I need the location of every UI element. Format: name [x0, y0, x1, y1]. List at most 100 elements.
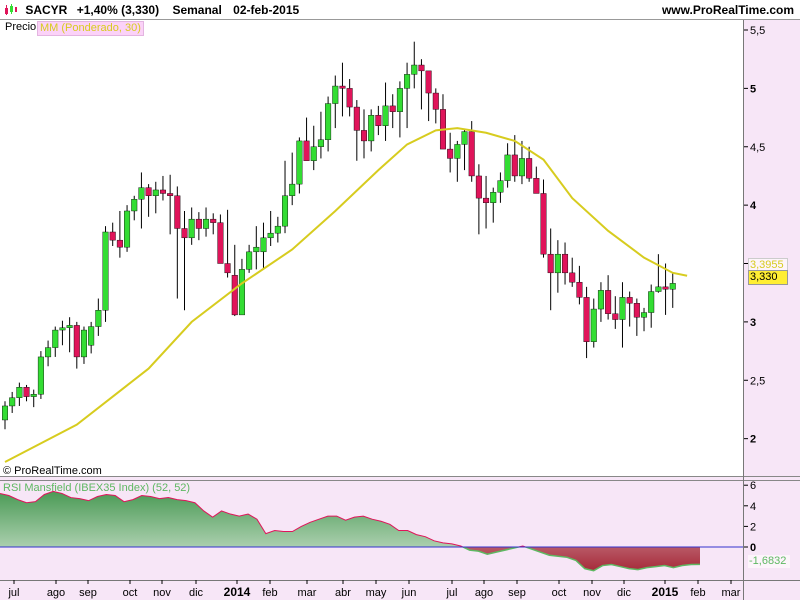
candle-body	[404, 74, 411, 89]
x-tick-label: ago	[47, 587, 65, 599]
candle-body	[626, 297, 633, 304]
last-price-label: 3,330	[748, 270, 788, 285]
candle-body	[454, 144, 461, 159]
candle-body	[30, 394, 37, 397]
candle-body	[109, 231, 116, 241]
candle-body	[303, 140, 310, 161]
rsi-y-tick-label: 6	[750, 480, 756, 492]
candle-body	[554, 253, 561, 274]
candle-body	[641, 312, 648, 318]
candle-body	[590, 308, 597, 342]
candle-body	[217, 222, 224, 264]
candle-body	[619, 297, 626, 320]
candle-body	[332, 85, 339, 104]
x-tick-label: jul	[7, 587, 19, 599]
candle-body	[576, 281, 583, 298]
candle-body	[361, 130, 368, 142]
x-tick-label: nov	[153, 587, 171, 599]
x-tick-label: dic	[189, 587, 204, 599]
candle-body	[88, 326, 95, 346]
x-tick-label: jun	[401, 587, 417, 599]
candle-body	[353, 106, 360, 131]
candle-body	[260, 237, 267, 253]
candle-body	[16, 387, 23, 398]
rsi-indicator-label[interactable]: RSI Mansfield (IBEX35 Index) (52, 52)	[3, 482, 190, 495]
x-tick-label: ago	[475, 587, 493, 599]
candle-body	[569, 272, 576, 283]
candle-body	[131, 199, 138, 212]
x-tick-label: may	[366, 587, 387, 599]
candle-body	[174, 195, 181, 229]
candle-body	[145, 187, 152, 196]
x-tick-label: 2015	[652, 585, 679, 599]
y-tick-label: 4,5	[750, 142, 765, 154]
x-tick-label: abr	[335, 587, 351, 599]
candle-body	[418, 64, 425, 72]
x-tick-label: feb	[262, 587, 277, 599]
candle-body	[73, 325, 80, 358]
candle-body	[52, 329, 59, 348]
candle-body	[490, 192, 497, 203]
candle-body	[425, 70, 432, 94]
rsi-y-tick-label: 0	[750, 542, 756, 554]
candle-body	[45, 347, 52, 358]
candle-body	[475, 175, 482, 199]
candle-body	[289, 183, 296, 196]
candle-body	[152, 189, 159, 196]
candle-body	[346, 88, 353, 108]
candle-body	[655, 286, 662, 292]
candle-body	[648, 291, 655, 313]
x-tick-label: sep	[79, 587, 97, 599]
x-tick-label: oct	[123, 587, 138, 599]
candle-body	[231, 274, 238, 316]
y-tick-label: 5,5	[750, 25, 765, 37]
y-tick-label: 2,5	[750, 375, 765, 387]
candle-body	[2, 405, 8, 421]
candle-body	[159, 189, 166, 194]
y-tick-label: 5	[750, 83, 756, 95]
candle-body	[547, 253, 554, 274]
candle-body	[396, 88, 403, 112]
x-tick-label: oct	[552, 587, 567, 599]
candle-body	[633, 303, 640, 318]
candle-body	[432, 92, 439, 110]
y-tick-label: 4	[750, 200, 757, 212]
rsi-value-label: -1,6832	[748, 555, 790, 568]
candle-body	[37, 356, 44, 395]
candle-body	[124, 210, 131, 248]
candle-body	[102, 231, 109, 311]
candle-body	[66, 325, 73, 328]
candle-body	[411, 64, 418, 75]
price-panel-label[interactable]: Precio	[3, 21, 39, 34]
candle-body	[540, 193, 547, 255]
copyright-text: © ProRealTime.com	[3, 465, 102, 477]
candle-body	[447, 148, 454, 159]
candle-body	[368, 115, 375, 142]
ma-indicator-label[interactable]: MM (Ponderado, 30)	[37, 21, 144, 36]
candle-body	[167, 193, 174, 196]
x-tick-label: mar	[722, 587, 741, 599]
rsi-y-tick-label: 2	[750, 521, 756, 533]
candle-body	[533, 178, 540, 194]
candle-body	[597, 290, 604, 310]
candle-body	[210, 218, 217, 223]
candle-body	[282, 195, 289, 227]
candle-body	[382, 105, 389, 126]
candle-body	[583, 297, 590, 342]
x-tick-label: nov	[583, 587, 601, 599]
chart-svg: 22,533,544,555,56420julagosepoctnovdic20…	[0, 20, 800, 600]
candle-body	[375, 115, 382, 126]
candle-body	[468, 131, 475, 177]
x-tick-label: dic	[617, 587, 632, 599]
candle-body	[59, 327, 66, 331]
candle-body	[389, 105, 396, 112]
y-tick-label: 2	[750, 434, 756, 446]
candle-body	[116, 239, 123, 248]
candle-body	[461, 131, 468, 145]
candle-body	[181, 228, 188, 239]
candle-body	[310, 146, 317, 161]
candle-body	[224, 263, 231, 274]
candle-body	[95, 310, 102, 327]
candle-body	[325, 103, 332, 140]
x-tick-label: jul	[445, 587, 457, 599]
